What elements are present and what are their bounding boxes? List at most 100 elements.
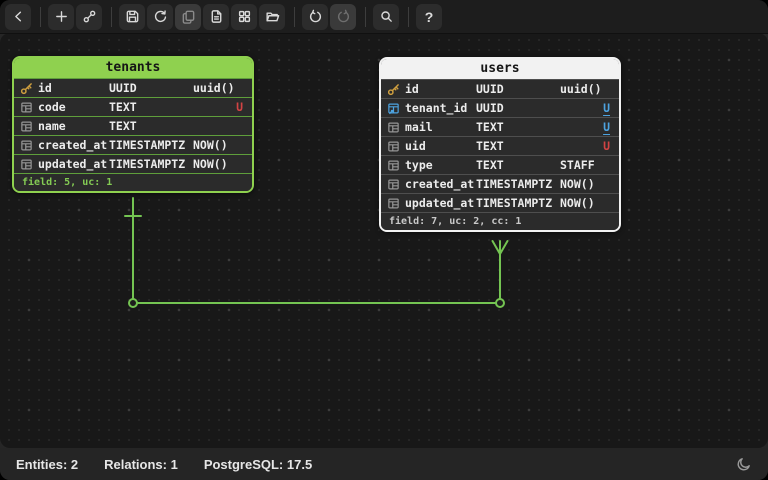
field-default: NOW()	[560, 196, 595, 210]
redo-icon	[336, 9, 351, 24]
export-file-icon	[209, 9, 224, 24]
field-row[interactable]: tenant_id UUID U	[381, 98, 619, 117]
field-icon	[387, 197, 400, 210]
field-row[interactable]: updated_at TIMESTAMPTZ NOW()	[381, 193, 619, 212]
field-row[interactable]: id UUID uuid()	[381, 79, 619, 98]
field-icon	[20, 158, 33, 171]
field-row[interactable]: updated_at TIMESTAMPTZ NOW()	[14, 154, 252, 173]
undo-icon	[308, 9, 323, 24]
field-icon	[387, 140, 400, 153]
field-row[interactable]: uid TEXT U	[381, 136, 619, 155]
field-row[interactable]: mail TEXT U	[381, 117, 619, 136]
add-relation-icon	[82, 9, 97, 24]
field-name: name	[38, 119, 66, 133]
toolbar: ?	[0, 0, 768, 34]
dark-mode-toggle[interactable]	[736, 456, 752, 472]
back-button[interactable]	[5, 3, 31, 30]
search-button[interactable]	[373, 3, 399, 30]
field-icon	[20, 139, 33, 152]
entity-header[interactable]: users	[381, 59, 619, 79]
field-icon	[387, 178, 400, 191]
plus-icon	[54, 9, 69, 24]
field-default: STAFF	[560, 158, 595, 172]
field-type: TEXT	[109, 119, 137, 133]
unique-badge: U	[603, 101, 610, 115]
field-name: id	[405, 82, 419, 96]
field-type: TEXT	[476, 120, 504, 134]
field-default: NOW()	[193, 157, 228, 171]
unique-badge: U	[603, 120, 610, 134]
toolbar-divider	[365, 6, 366, 27]
field-default: NOW()	[560, 177, 595, 191]
toolbar-divider	[408, 6, 409, 27]
foreign-key-icon	[387, 102, 400, 115]
field-row[interactable]: created_at TIMESTAMPTZ NOW()	[14, 135, 252, 154]
entity-fields: id UUID uuid() code TEXT U name TEXT created_…	[14, 78, 252, 173]
field-type: UUID	[109, 81, 137, 95]
field-row[interactable]: name TEXT	[14, 116, 252, 135]
entity-title: tenants	[105, 60, 161, 75]
field-icon	[20, 120, 33, 133]
open-folder-icon	[265, 9, 280, 24]
entity-table-tenants[interactable]: tenants id UUID uuid() code TEXT U name TEXT …	[12, 56, 254, 193]
field-icon	[20, 101, 33, 114]
toolbar-divider	[294, 6, 295, 27]
field-name: created_at	[38, 138, 108, 152]
save-button[interactable]	[119, 3, 145, 30]
entity-fields: id UUID uuid() tenant_id UUID U mail TEXT U ui…	[381, 79, 619, 212]
field-name: uid	[405, 139, 426, 153]
help-button[interactable]: ?	[416, 3, 442, 30]
toolbar-divider	[40, 6, 41, 27]
field-type: TEXT	[476, 139, 504, 153]
help-icon: ?	[424, 8, 434, 25]
search-icon	[379, 9, 394, 24]
field-row[interactable]: type TEXT STAFF	[381, 155, 619, 174]
field-default: NOW()	[193, 138, 228, 152]
export-file-button[interactable]	[203, 3, 229, 30]
open-folder-button[interactable]	[259, 3, 285, 30]
status-relations: Relations: 1	[104, 456, 178, 472]
key-icon	[20, 82, 33, 95]
field-name: id	[38, 81, 52, 95]
field-icon	[387, 159, 400, 172]
field-row[interactable]: code TEXT U	[14, 97, 252, 116]
field-type: TIMESTAMPTZ	[109, 138, 186, 152]
field-row[interactable]: id UUID uuid()	[14, 78, 252, 97]
field-name: code	[38, 100, 66, 114]
field-type: TIMESTAMPTZ	[109, 157, 186, 171]
app-window: ? tenants id UUID uuid() code TEXT U name TEX…	[0, 0, 768, 480]
reload-button[interactable]	[147, 3, 173, 30]
field-type: TEXT	[476, 158, 504, 172]
copy-button[interactable]	[175, 3, 201, 30]
unique-badge: U	[236, 100, 243, 114]
field-name: mail	[405, 120, 433, 134]
entity-table-users[interactable]: users id UUID uuid() tenant_id UUID U mail TE…	[379, 57, 621, 232]
field-type: TIMESTAMPTZ	[476, 196, 553, 210]
redo-button[interactable]	[330, 3, 356, 30]
reload-icon	[153, 9, 168, 24]
field-default: uuid()	[193, 81, 235, 95]
status-entities: Entities: 2	[16, 456, 79, 472]
undo-button[interactable]	[302, 3, 328, 30]
field-row[interactable]: created_at TIMESTAMPTZ NOW()	[381, 174, 619, 193]
moon-icon	[736, 456, 752, 472]
field-icon	[387, 121, 400, 134]
toolbar-divider	[111, 6, 112, 27]
save-icon	[125, 9, 140, 24]
field-type: UUID	[476, 101, 504, 115]
entity-footer: field: 5, uc: 1	[14, 173, 252, 191]
templates-button[interactable]	[231, 3, 257, 30]
add-relation-button[interactable]	[76, 3, 102, 30]
field-name: updated_at	[38, 157, 108, 171]
add-table-button[interactable]	[48, 3, 74, 30]
entity-title: users	[480, 61, 520, 76]
chevron-left-icon	[11, 9, 26, 24]
templates-grid-icon	[237, 9, 252, 24]
entity-header[interactable]: tenants	[14, 58, 252, 78]
field-type: UUID	[476, 82, 504, 96]
field-name: updated_at	[405, 196, 475, 210]
field-type: TEXT	[109, 100, 137, 114]
field-name: created_at	[405, 177, 475, 191]
status-database: PostgreSQL: 17.5	[203, 456, 313, 472]
key-icon	[387, 83, 400, 96]
